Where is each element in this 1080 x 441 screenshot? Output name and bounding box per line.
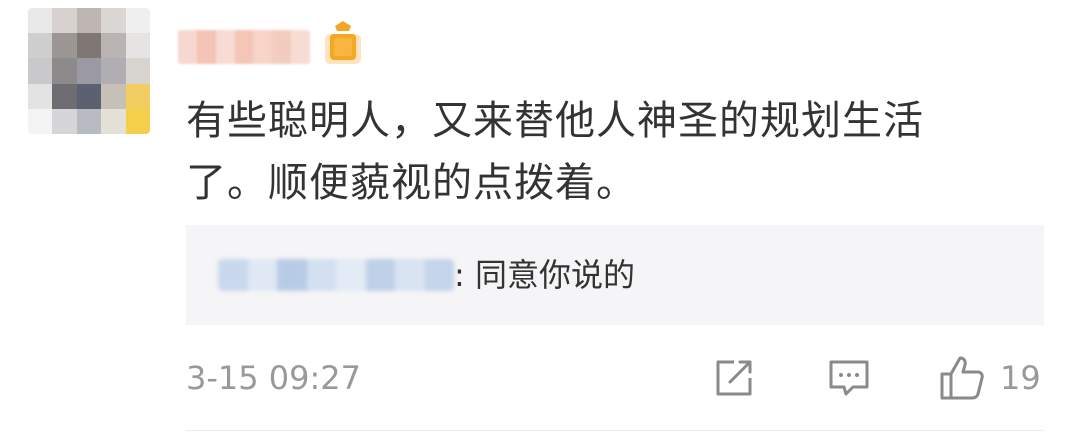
comment-button[interactable]	[827, 353, 871, 403]
avatar[interactable]	[28, 8, 150, 134]
comment-timestamp: 3-15 09:27	[186, 359, 362, 397]
comment-username[interactable]	[178, 30, 310, 64]
comment-text-line: 有些聪明人，又来替他人神圣的规划生活	[186, 98, 924, 144]
vip-badge-icon	[322, 20, 364, 66]
share-button[interactable]	[712, 353, 756, 403]
share-icon	[716, 360, 752, 396]
like-count: 19	[1000, 359, 1041, 397]
comment-icon	[829, 360, 869, 396]
comment-text: 有些聪明人，又来替他人神圣的规划生活 了。顺便藐视的点拨着。	[186, 90, 1016, 214]
thumbs-up-icon	[940, 356, 984, 400]
reply-author[interactable]	[218, 259, 454, 291]
like-button[interactable]: 19	[938, 353, 1041, 403]
reply-text: : 同意你说的	[454, 252, 635, 298]
divider	[186, 430, 1044, 431]
reply-separator: :	[454, 256, 465, 294]
reply-content: 同意你说的	[464, 256, 635, 294]
reply-preview[interactable]: : 同意你说的	[186, 225, 1044, 325]
comment-text-line: 了。顺便藐视的点拨着。	[186, 160, 637, 206]
